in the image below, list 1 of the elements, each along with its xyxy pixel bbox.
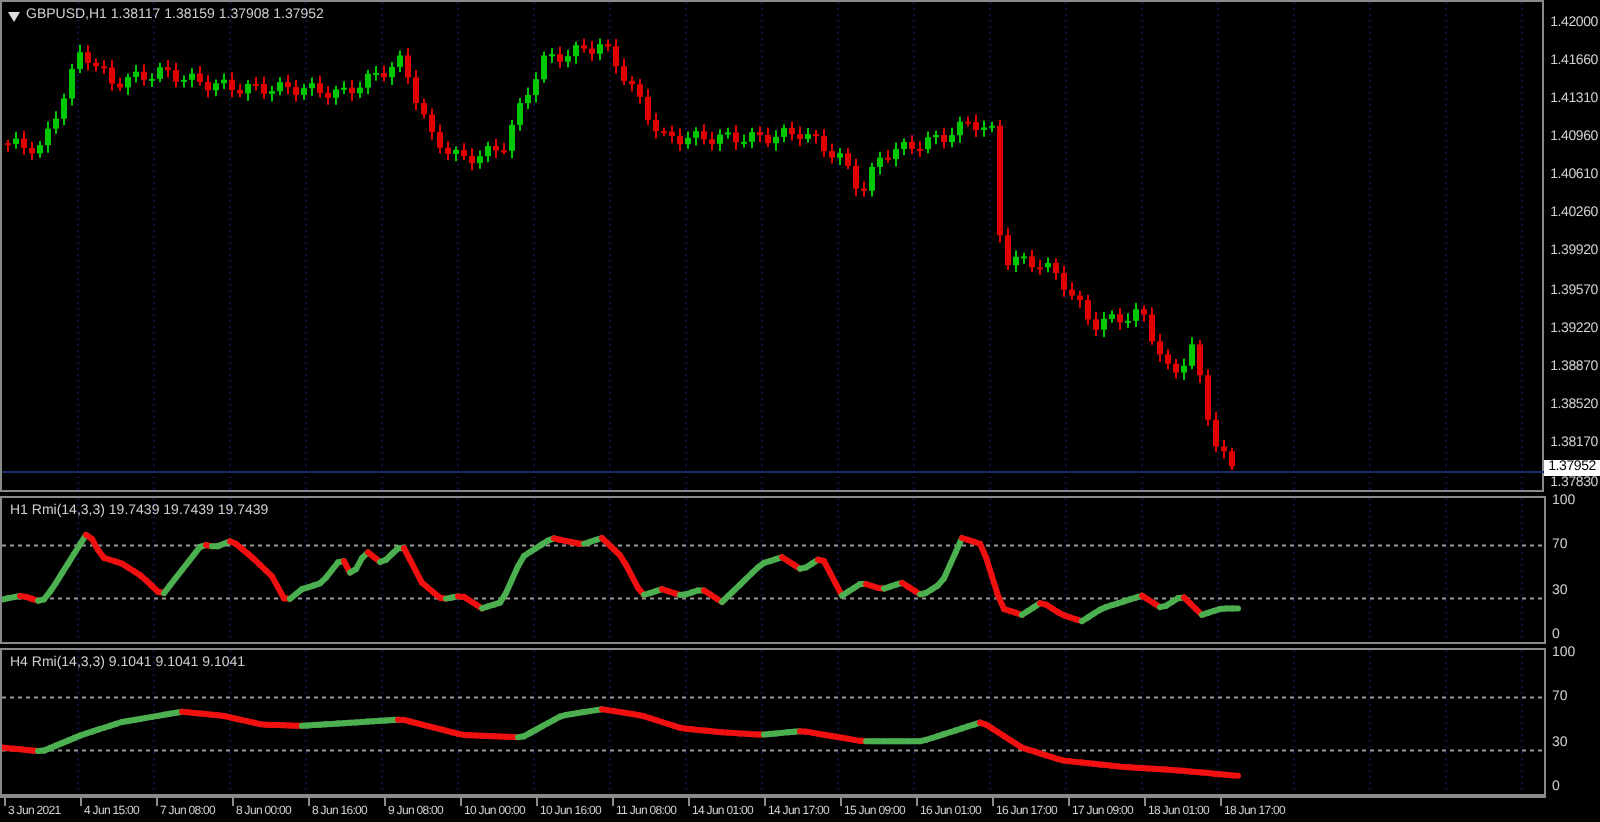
dropdown-triangle-icon[interactable]	[8, 11, 20, 22]
